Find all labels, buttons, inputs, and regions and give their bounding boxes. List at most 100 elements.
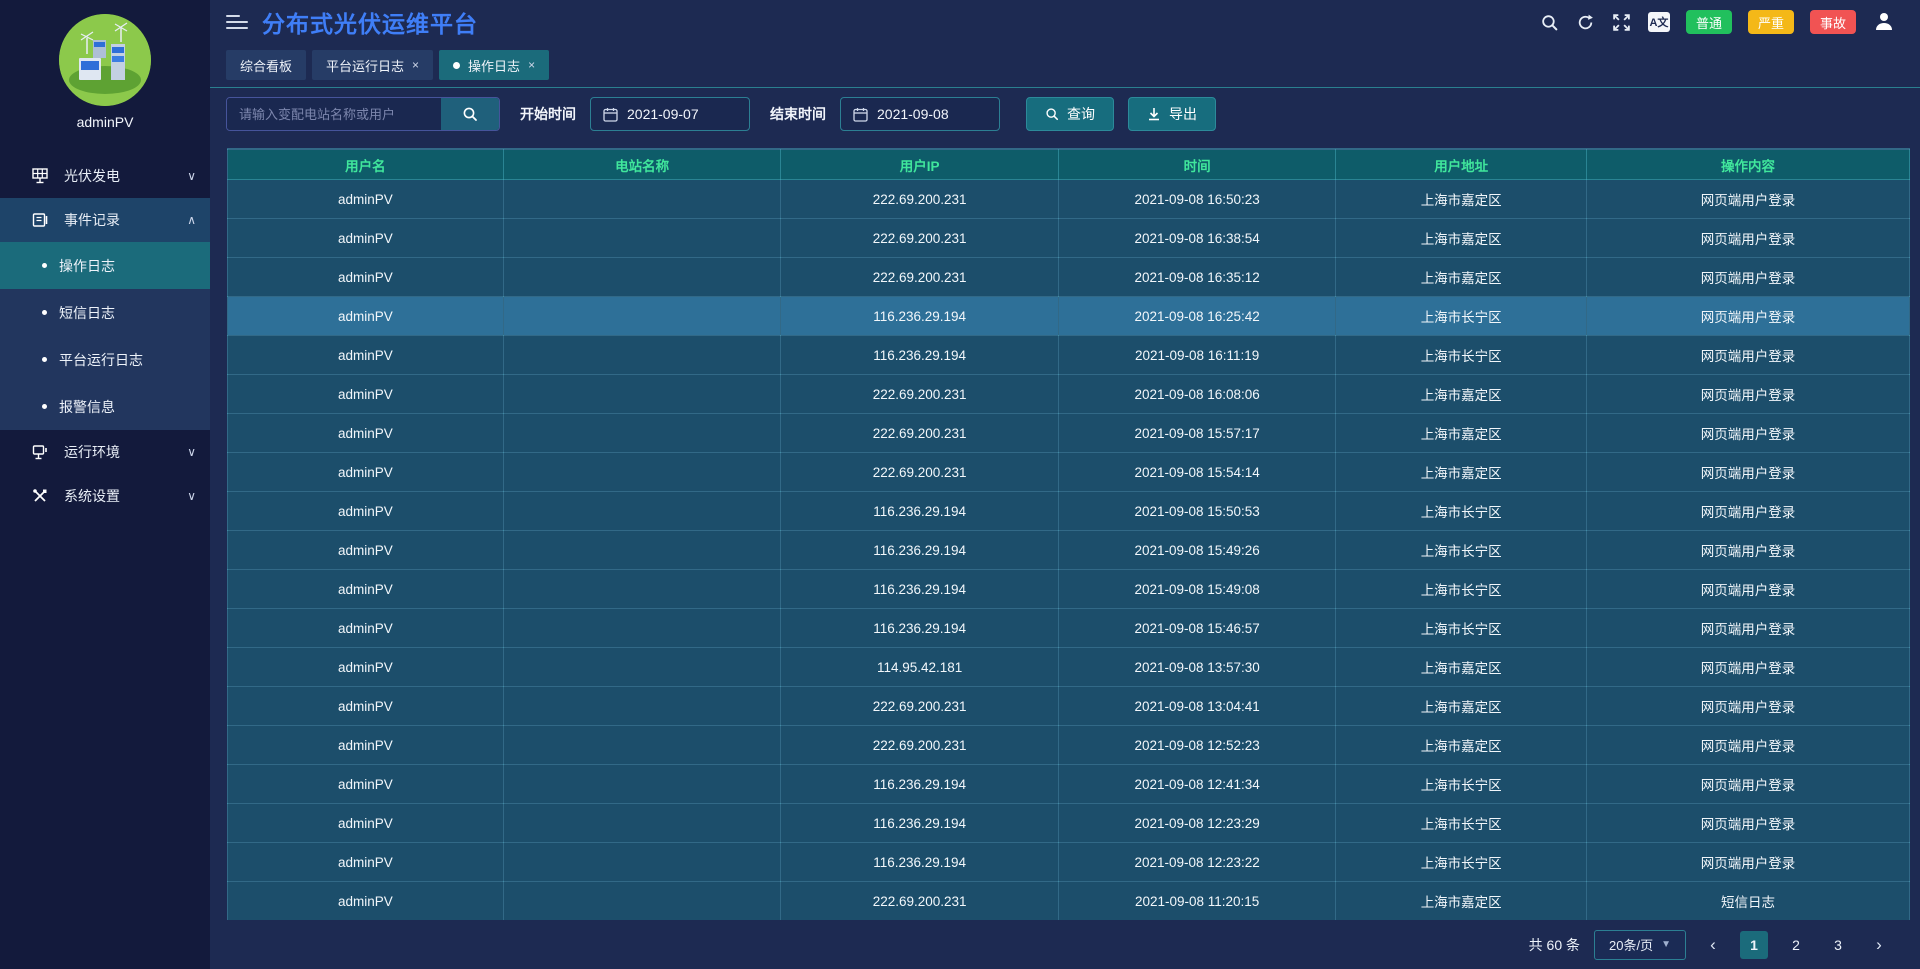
table-row[interactable]: adminPV222.69.200.2312021-09-08 16:08:06… [228, 375, 1910, 414]
table-row[interactable]: adminPV116.236.29.1942021-09-08 12:23:22… [228, 843, 1910, 882]
table-header-row: 用户名电站名称用户IP时间用户地址操作内容 [228, 150, 1910, 180]
table-cell [503, 609, 781, 648]
table-row[interactable]: adminPV222.69.200.2312021-09-08 16:50:23… [228, 180, 1910, 219]
translate-icon[interactable]: A文 [1648, 12, 1670, 32]
submenu-item-2[interactable]: 平台运行日志 [0, 336, 210, 383]
table-row[interactable]: adminPV116.236.29.1942021-09-08 15:49:08… [228, 570, 1910, 609]
search-icon[interactable] [1540, 12, 1560, 32]
table-cell: 短信日志 [1587, 882, 1910, 921]
export-button[interactable]: 导出 [1128, 97, 1216, 131]
submenu-item-3[interactable]: 报警信息 [0, 383, 210, 430]
close-icon[interactable]: × [412, 58, 419, 72]
table-row[interactable]: adminPV116.236.29.1942021-09-08 16:25:42… [228, 297, 1910, 336]
column-header: 用户名 [228, 150, 504, 180]
end-date-value: 2021-09-08 [877, 106, 949, 122]
table-cell [503, 531, 781, 570]
refresh-icon[interactable] [1576, 12, 1596, 32]
table-cell: 网页端用户登录 [1587, 531, 1910, 570]
table-cell: 2021-09-08 12:41:34 [1058, 765, 1336, 804]
table-cell: 116.236.29.194 [781, 804, 1059, 843]
table-row[interactable]: adminPV116.236.29.1942021-09-08 15:50:53… [228, 492, 1910, 531]
solar-panel-icon [30, 166, 50, 186]
table-cell: 上海市长宁区 [1336, 336, 1587, 375]
submenu-item-1[interactable]: 短信日志 [0, 289, 210, 336]
table-row[interactable]: adminPV222.69.200.2312021-09-08 15:54:14… [228, 453, 1910, 492]
table-row[interactable]: adminPV222.69.200.2312021-09-08 15:57:17… [228, 414, 1910, 453]
table-row[interactable]: adminPV222.69.200.2312021-09-08 16:38:54… [228, 219, 1910, 258]
table-row[interactable]: adminPV116.236.29.1942021-09-08 16:11:19… [228, 336, 1910, 375]
table-row[interactable]: adminPV116.236.29.1942021-09-08 15:46:57… [228, 609, 1910, 648]
page-button-3[interactable]: 3 [1824, 931, 1852, 959]
sidebar-item-2[interactable]: 运行环境∨ [0, 430, 210, 474]
table-cell: 网页端用户登录 [1587, 375, 1910, 414]
tab-0[interactable]: 综合看板 [226, 50, 306, 80]
submenu: 操作日志短信日志平台运行日志报警信息 [0, 242, 210, 430]
next-page-button[interactable]: › [1866, 935, 1892, 955]
end-date-picker[interactable]: 2021-09-08 [840, 97, 1000, 131]
table-row[interactable]: adminPV116.236.29.1942021-09-08 12:41:34… [228, 765, 1910, 804]
table-row[interactable]: adminPV222.69.200.2312021-09-08 16:35:12… [228, 258, 1910, 297]
chevron-down-icon: ▼ [1661, 939, 1671, 950]
table-cell: 222.69.200.231 [781, 219, 1059, 258]
alarm-badge-2[interactable]: 事故 [1810, 10, 1856, 34]
collapse-menu-icon[interactable] [226, 15, 248, 29]
close-icon[interactable]: × [528, 58, 535, 72]
page-size-select[interactable]: 20条/页 ▼ [1594, 930, 1686, 960]
event-log-icon [30, 210, 50, 230]
tab-1[interactable]: 平台运行日志× [312, 50, 433, 80]
logo-wrap: adminPV [0, 0, 210, 136]
table-cell [503, 726, 781, 765]
query-button[interactable]: 查询 [1026, 97, 1114, 131]
sidebar-item-0[interactable]: 光伏发电∨ [0, 154, 210, 198]
table-cell: 上海市嘉定区 [1336, 414, 1587, 453]
sidebar-item-3[interactable]: 系统设置∨ [0, 474, 210, 518]
sidebar: adminPV 光伏发电∨事件记录∧操作日志短信日志平台运行日志报警信息运行环境… [0, 0, 210, 969]
total-count-label: 共 60 条 [1529, 935, 1580, 955]
table-cell: adminPV [228, 219, 504, 258]
search-submit-button[interactable] [441, 98, 499, 130]
column-header: 用户地址 [1336, 150, 1587, 180]
sidebar-item-1[interactable]: 事件记录∧ [0, 198, 210, 242]
table-cell: 222.69.200.231 [781, 180, 1059, 219]
table-cell: 上海市长宁区 [1336, 843, 1587, 882]
table-cell: 2021-09-08 15:49:08 [1058, 570, 1336, 609]
tab-2[interactable]: 操作日志× [439, 50, 549, 80]
table-row[interactable]: adminPV116.236.29.1942021-09-08 15:49:26… [228, 531, 1910, 570]
start-date-picker[interactable]: 2021-09-07 [590, 97, 750, 131]
table-cell: 上海市嘉定区 [1336, 726, 1587, 765]
page-button-1[interactable]: 1 [1740, 931, 1768, 959]
table-cell: 116.236.29.194 [781, 843, 1059, 882]
table-row[interactable]: adminPV114.95.42.1812021-09-08 13:57:30上… [228, 648, 1910, 687]
chevron-down-icon: ∨ [187, 489, 196, 503]
table-cell: 222.69.200.231 [781, 882, 1059, 921]
table-cell: 上海市嘉定区 [1336, 453, 1587, 492]
log-table-container[interactable]: 用户名电站名称用户IP时间用户地址操作内容 adminPV222.69.200.… [227, 148, 1910, 920]
page-button-2[interactable]: 2 [1782, 931, 1810, 959]
table-row[interactable]: adminPV222.69.200.2312021-09-08 11:20:15… [228, 882, 1910, 921]
table-cell [503, 453, 781, 492]
table-row[interactable]: adminPV222.69.200.2312021-09-08 13:04:41… [228, 687, 1910, 726]
search-input[interactable] [227, 98, 441, 130]
user-icon[interactable] [1872, 9, 1898, 35]
table-cell: adminPV [228, 375, 504, 414]
table-cell: 2021-09-08 15:46:57 [1058, 609, 1336, 648]
table-cell: 上海市嘉定区 [1336, 258, 1587, 297]
submenu-item-0[interactable]: 操作日志 [0, 242, 210, 289]
table-cell: 网页端用户登录 [1587, 843, 1910, 882]
fullscreen-icon[interactable] [1612, 12, 1632, 32]
table-cell: 222.69.200.231 [781, 453, 1059, 492]
alarm-badge-1[interactable]: 严重 [1748, 10, 1794, 34]
pv-city-logo [59, 14, 151, 106]
column-header: 时间 [1058, 150, 1336, 180]
bullet-icon [42, 404, 47, 409]
table-row[interactable]: adminPV116.236.29.1942021-09-08 12:23:29… [228, 804, 1910, 843]
alarm-badge-0[interactable]: 普通 [1686, 10, 1732, 34]
settings-icon [30, 486, 50, 506]
table-row[interactable]: adminPV222.69.200.2312021-09-08 12:52:23… [228, 726, 1910, 765]
table-cell: adminPV [228, 687, 504, 726]
prev-page-button[interactable]: ‹ [1700, 935, 1726, 955]
table-cell: 2021-09-08 15:54:14 [1058, 453, 1336, 492]
environment-icon [30, 442, 50, 462]
calendar-icon [603, 107, 618, 122]
table-cell: 116.236.29.194 [781, 297, 1059, 336]
